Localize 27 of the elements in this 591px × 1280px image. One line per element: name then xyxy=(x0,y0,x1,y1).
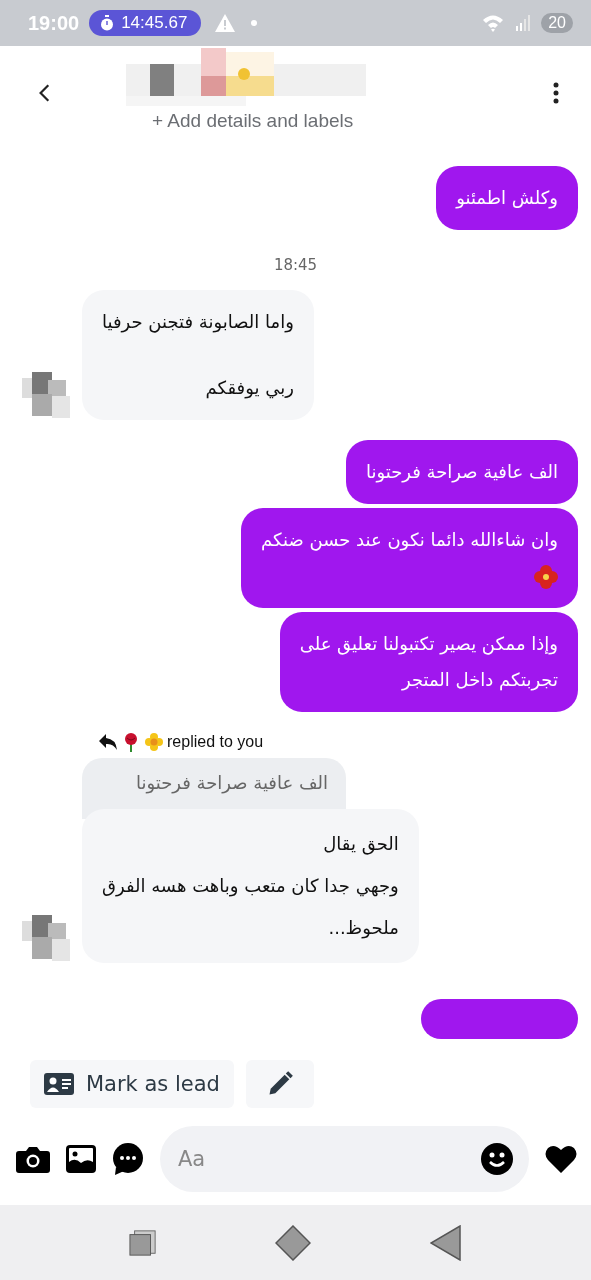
sent-message[interactable]: وإذا ممكن يصير تكتبولنا تعليق على تجربتكم داخل المتجر xyxy=(279,612,578,712)
warning-icon xyxy=(215,14,236,32)
timer-pill: 14:45.67 xyxy=(89,10,202,36)
more-icon xyxy=(553,82,559,104)
received-message[interactable]: الحق يقال وجهي جدا كان متعب وباهت هسه الفرق ملحوظ... xyxy=(82,809,419,963)
mark-as-lead-button[interactable]: Mark as lead xyxy=(30,1060,234,1108)
sent-message[interactable]: الف عافية صراحة فرحتونا xyxy=(345,440,578,504)
flower-icon xyxy=(144,732,164,752)
notification-dot xyxy=(251,20,258,26)
reply-arrow-icon xyxy=(98,732,118,752)
back-nav-button[interactable] xyxy=(427,1222,464,1263)
home-button[interactable] xyxy=(273,1222,314,1263)
received-message[interactable]: واما الصابونة فتجنن حرفيا ربي يوفقكم xyxy=(82,290,314,420)
sent-message[interactable] xyxy=(421,999,578,1039)
edit-button[interactable] xyxy=(245,1060,314,1108)
battery-level: 20 xyxy=(541,13,573,33)
message-field[interactable]: Aa xyxy=(160,1126,529,1192)
timestamp: 18:45 xyxy=(272,256,319,274)
stopwatch-icon xyxy=(99,15,116,31)
emoji-icon[interactable] xyxy=(481,1143,513,1175)
add-details-link[interactable]: + Add details and labels xyxy=(152,110,547,132)
reply-label: replied to you xyxy=(167,733,264,751)
wifi-icon xyxy=(481,14,506,32)
signal-icon xyxy=(515,15,532,31)
contact-card-icon xyxy=(44,1073,74,1095)
sent-message[interactable]: وكلش اطمئنو xyxy=(436,166,578,230)
sent-message[interactable]: وان شاءالله دائما نكون عند حسن ضنكم xyxy=(241,508,578,608)
